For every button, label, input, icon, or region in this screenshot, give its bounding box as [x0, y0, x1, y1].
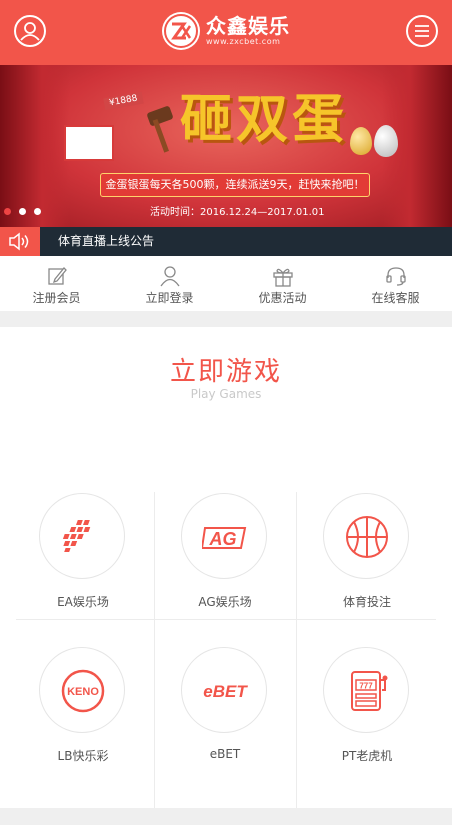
svg-text:777: 777 [359, 682, 373, 691]
svg-text:eBET: eBET [203, 682, 248, 701]
quick-nav-label: 在线客服 [371, 291, 420, 305]
game-ebet[interactable]: eBET eBET [154, 647, 296, 801]
svg-text:KENO: KENO [67, 686, 99, 698]
section-title: 立即游戏 [169, 357, 282, 387]
game-lb[interactable]: KENO LB快乐彩 [12, 647, 154, 801]
promo-ribbon: 金蛋银蛋每天各500颗，连续派送9天，赶快来抢吧！ [100, 173, 370, 197]
carousel-dot[interactable] [34, 208, 41, 215]
user-icon [159, 266, 180, 287]
ea-logo-icon [62, 520, 91, 552]
game-label: PT老虎机 [341, 749, 393, 763]
speaker-icon [9, 232, 29, 251]
carousel-dot[interactable] [4, 208, 11, 215]
headset-icon [385, 267, 406, 286]
ebet-logo-icon: eBET [203, 682, 248, 701]
basketball-icon [346, 516, 388, 558]
game-ag[interactable]: AG AG娱乐场 [154, 493, 296, 647]
notice-icon-box [0, 227, 40, 256]
gift-box-icon [64, 125, 114, 161]
games-section: 立即游戏 Play Games EA娱乐场 AG AG娱乐场 体育投注 KENO… [0, 327, 452, 808]
quick-nav-label: 注册会员 [32, 291, 81, 305]
game-label: eBET [209, 747, 241, 761]
pencil-icon [47, 267, 67, 285]
notice-bar[interactable]: 体育直播上线公告 [0, 227, 452, 256]
brand-url: www.zxcbet.com [206, 37, 281, 46]
game-icon-circle [323, 493, 409, 579]
carousel-dots [4, 208, 41, 215]
quick-nav-support[interactable]: 在线客服 [339, 256, 452, 311]
svg-text:AG: AG [209, 529, 237, 549]
brand-name: 众鑫娱乐 [206, 14, 290, 38]
banner-headline: 砸双蛋 [180, 90, 349, 150]
curtain-left [0, 65, 70, 227]
game-ea[interactable]: EA娱乐场 [12, 493, 154, 647]
quick-nav-label: 优惠活动 [258, 291, 307, 305]
menu-button[interactable] [406, 15, 438, 47]
game-label: AG娱乐场 [198, 595, 252, 609]
game-icon-circle: AG [181, 493, 267, 579]
section-subtitle: Play Games [190, 387, 262, 401]
zx-logo-icon [162, 12, 200, 50]
game-pt[interactable]: 777 PT老虎机 [296, 647, 438, 801]
quick-nav-promotions[interactable]: 优惠活动 [226, 256, 339, 311]
promo-banner[interactable]: ¥1888 砸双蛋 金蛋银蛋每天各500颗，连续派送9天，赶快来抢吧！ 活动时间… [0, 65, 452, 227]
game-icon-circle: eBET [181, 647, 267, 733]
gift-icon [272, 268, 293, 287]
user-icon [20, 22, 40, 41]
ag-logo-icon: AG [202, 527, 247, 549]
gold-egg-icon [350, 127, 372, 155]
game-icon-circle [39, 493, 125, 579]
app-header: 众鑫娱乐 www.zxcbet.com [0, 0, 452, 65]
event-date: 活动时间：2016.12.24—2017.01.01 [150, 207, 325, 218]
quick-nav-login[interactable]: 立即登录 [113, 256, 226, 311]
notice-text[interactable]: 体育直播上线公告 [58, 227, 154, 256]
quick-nav: 注册会员 立即登录 优惠活动 在线客服 [0, 256, 452, 311]
game-label: EA娱乐场 [57, 595, 109, 609]
brand-logo[interactable]: 众鑫娱乐 www.zxcbet.com [162, 11, 290, 51]
game-label: 体育投注 [342, 595, 391, 609]
quick-nav-label: 立即登录 [145, 291, 194, 305]
user-profile-button[interactable] [14, 15, 46, 47]
game-sports[interactable]: 体育投注 [296, 493, 438, 647]
hamburger-icon [415, 25, 429, 37]
slot-machine-icon: 777 [351, 671, 388, 711]
carousel-dot[interactable] [19, 208, 26, 215]
silver-egg-icon [374, 125, 398, 157]
keno-logo-icon: KENO [61, 669, 105, 713]
game-icon-circle: 777 [323, 647, 409, 733]
game-label: LB快乐彩 [57, 749, 109, 763]
game-icon-circle: KENO [39, 647, 125, 733]
quick-nav-register[interactable]: 注册会员 [0, 256, 113, 311]
